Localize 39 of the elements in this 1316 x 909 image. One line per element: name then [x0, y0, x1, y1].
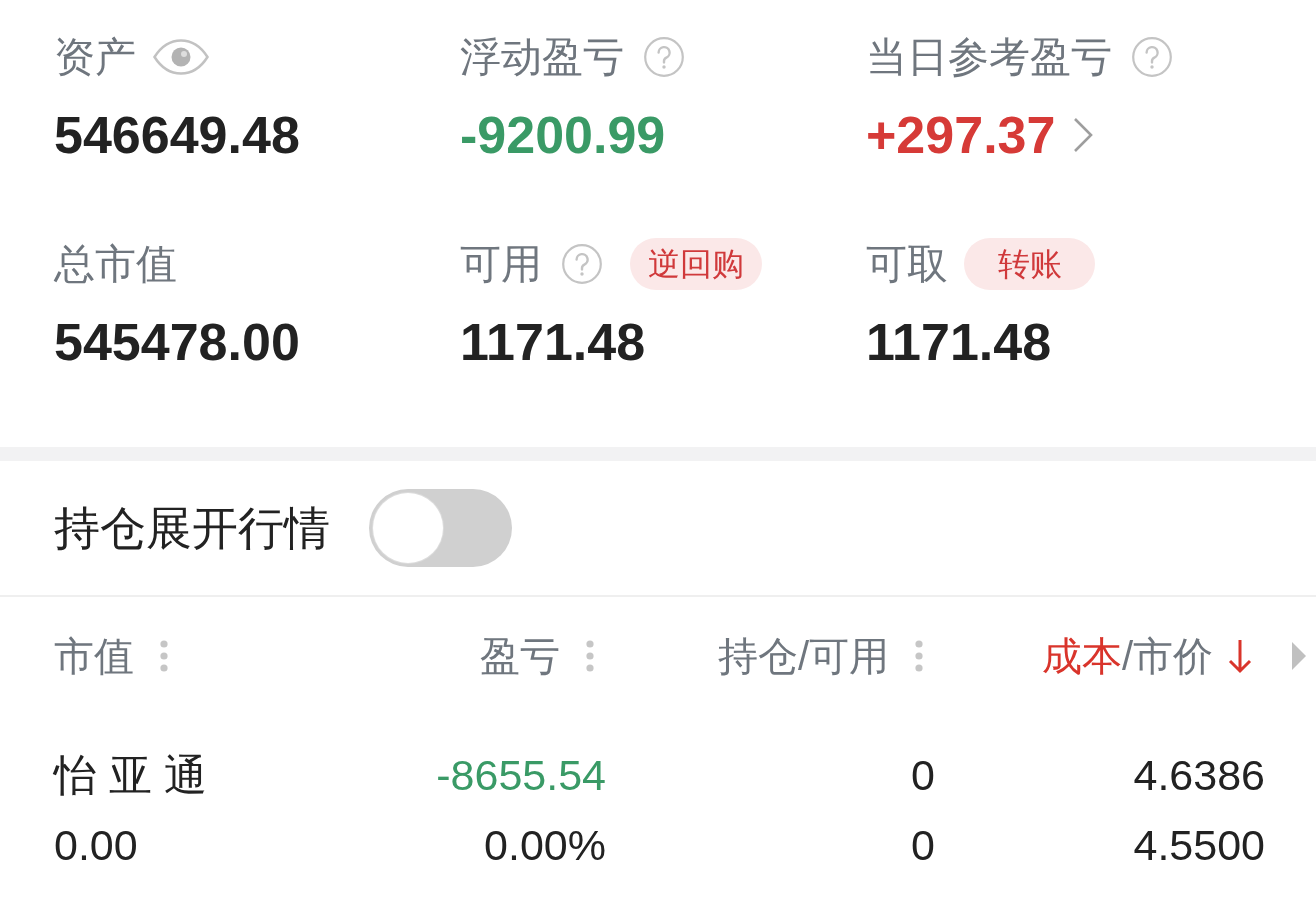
sort-option[interactable]: 成本 — [1041, 636, 1122, 676]
value-text: 0 — [911, 823, 935, 867]
help-icon[interactable] — [644, 37, 684, 77]
amount-text: 1171.48 — [460, 316, 646, 368]
value-text: -8655.54 — [436, 753, 606, 797]
label-text: 可用 — [460, 243, 542, 285]
label-text: 资产 — [54, 36, 136, 78]
value-text: 0.00% — [484, 823, 606, 867]
amount-text: -9200.99 — [460, 109, 666, 161]
eye-icon[interactable] — [153, 39, 209, 75]
triangle-right-icon[interactable] — [1292, 642, 1306, 670]
holding-text: 0.00 — [54, 823, 138, 867]
amount-text: +297.37 — [866, 109, 1056, 161]
column-header[interactable]: 盈亏 — [480, 636, 560, 676]
vertical-dots-icon[interactable] — [915, 640, 923, 672]
amount-text: 546649.48 — [54, 109, 300, 161]
amount-text: 1171.48 — [866, 316, 1052, 368]
help-icon[interactable] — [1132, 37, 1172, 77]
help-icon[interactable] — [562, 244, 602, 284]
down-arrow-icon[interactable] — [1227, 638, 1253, 674]
toggle-label: 持仓展开行情 — [54, 505, 330, 551]
vertical-dots-icon[interactable] — [586, 640, 594, 672]
column-header[interactable]: 市值 — [54, 636, 134, 676]
action-button[interactable]: 逆回购 — [630, 238, 762, 290]
column-header[interactable]: 持仓/可用 — [717, 636, 889, 676]
sort-option[interactable]: 市价 — [1133, 636, 1213, 676]
label-text: 当日参考盈亏 — [866, 36, 1112, 78]
holding-text: 怡 亚 通 — [54, 753, 207, 797]
label-text: 可取 — [866, 243, 948, 285]
label-text: 浮动盈亏 — [460, 36, 624, 78]
amount-text: 545478.00 — [54, 316, 300, 368]
label-text: 总市值 — [54, 243, 177, 285]
value-text: 4.5500 — [1133, 823, 1265, 867]
separator-text: / — [1121, 636, 1133, 676]
value-text: 0 — [911, 753, 935, 797]
value-text: 4.6386 — [1133, 753, 1265, 797]
vertical-dots-icon[interactable] — [160, 640, 168, 672]
action-button[interactable]: 转账 — [964, 238, 1095, 290]
chevron-right-icon[interactable] — [1072, 116, 1095, 154]
